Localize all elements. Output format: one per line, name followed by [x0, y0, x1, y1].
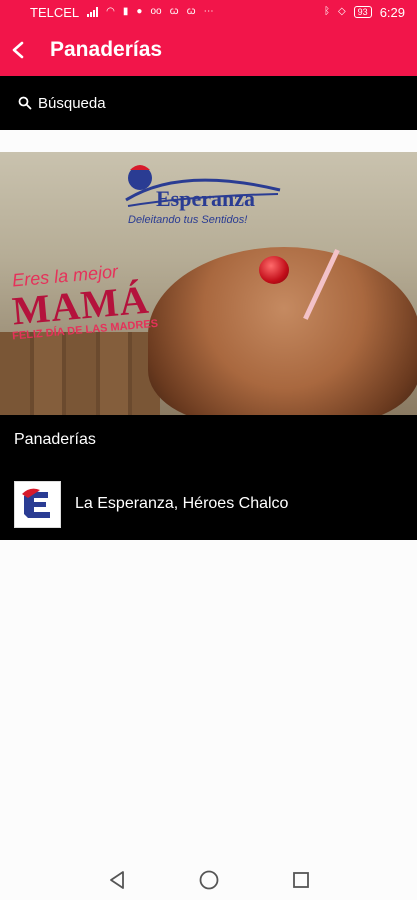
- nav-back-button[interactable]: [106, 869, 128, 891]
- list-item[interactable]: La Esperanza, Héroes Chalco: [0, 478, 417, 530]
- promo-banner[interactable]: Esperanza Deleitando tus Sentidos! Eres …: [0, 152, 417, 415]
- nav-recents-button[interactable]: [290, 869, 312, 891]
- search-icon: [18, 96, 32, 110]
- bakery-thumbnail: [14, 480, 61, 528]
- bakery-card: Esperanza Deleitando tus Sentidos! Eres …: [0, 152, 417, 540]
- section-title: Panaderías: [14, 431, 96, 448]
- more-icon: ⋯: [203, 6, 214, 17]
- brand-name: Esperanza: [156, 186, 255, 211]
- carrier-label: TELCEL: [30, 4, 80, 20]
- cherry-decoration: [259, 256, 289, 284]
- battery-indicator: 93: [353, 6, 372, 18]
- bakery-logo-icon: [17, 484, 58, 524]
- mute-icon: ◇: [337, 6, 346, 17]
- sim-icon: ▮: [122, 6, 129, 17]
- nav-recents-icon: [292, 872, 309, 888]
- clock: 6:29: [379, 4, 405, 20]
- signal-icon: [87, 7, 99, 17]
- nav-home-button[interactable]: [198, 869, 220, 891]
- app-icon: ꞷ: [186, 6, 196, 17]
- system-nav-bar: [0, 860, 417, 900]
- status-bar: TELCEL ◠ ▮ ● oo ꞷ ꞷ ⋯ ᛒ ◇ 93 6:29: [0, 0, 417, 24]
- app-icon: ꞷ: [169, 6, 179, 17]
- nav-home-icon: [199, 870, 218, 890]
- wood-background: [0, 332, 160, 415]
- promo-text: Eres la mejor MAMÁ FELIZ DÍA DE LAS MADR…: [10, 261, 162, 342]
- wifi-icon: ◠: [106, 6, 115, 17]
- voicemail-icon: oo: [150, 6, 162, 17]
- page-title: Panaderías: [50, 38, 163, 61]
- search-placeholder: Búsqueda: [38, 94, 106, 112]
- bakery-name: La Esperanza, Héroes Chalco: [75, 495, 289, 512]
- bluetooth-icon: ᛒ: [323, 6, 330, 17]
- back-arrow-icon: [12, 41, 24, 59]
- facebook-icon: ●: [136, 6, 143, 17]
- brand-tagline: Deleitando tus Sentidos!: [128, 214, 248, 226]
- app-bar: Panaderías: [0, 24, 417, 76]
- back-button[interactable]: [0, 24, 36, 76]
- nav-back-icon: [109, 871, 124, 889]
- search-field[interactable]: Búsqueda: [0, 76, 417, 130]
